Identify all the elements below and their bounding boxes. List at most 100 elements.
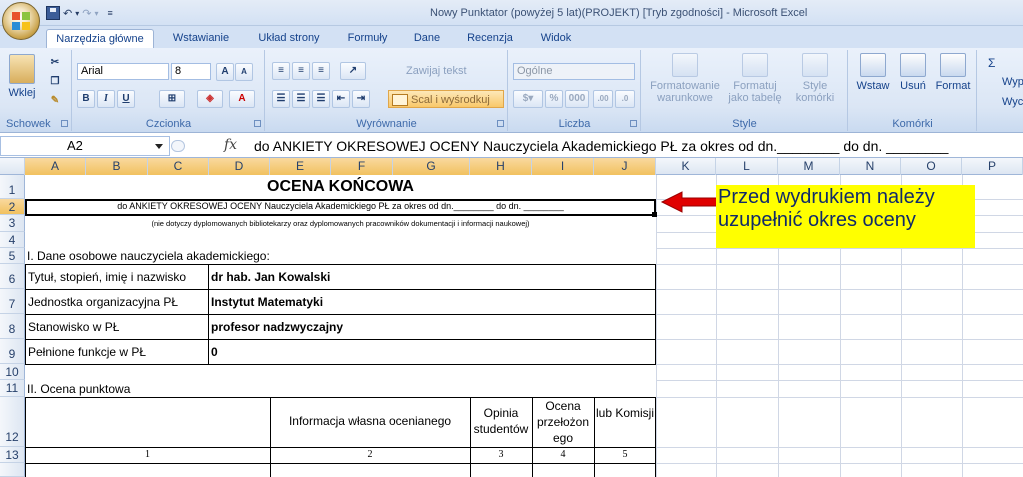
column-header[interactable]: O (901, 158, 962, 175)
col-number[interactable]: 3 (470, 449, 532, 460)
column-header[interactable]: A (25, 158, 86, 175)
tab-data[interactable]: Dane (405, 29, 449, 48)
header-committee[interactable]: lub Komisji (594, 405, 656, 421)
decrease-indent-icon[interactable]: ⇤ (332, 90, 350, 108)
row-header[interactable]: 1 (0, 175, 25, 199)
insert-function-icon[interactable]: fx (224, 137, 237, 153)
redo-dropdown-icon[interactable]: ▾ (94, 9, 98, 18)
increase-decimal-icon[interactable]: .00 (593, 90, 613, 108)
undo-dropdown-icon[interactable]: ▾ (75, 9, 79, 18)
column-header[interactable]: L (716, 158, 778, 175)
select-all-corner[interactable] (0, 158, 25, 175)
header-student-opinion[interactable]: Opinia studentów (470, 405, 532, 437)
fill-button[interactable]: Wyp (988, 76, 1023, 88)
column-header[interactable]: H (470, 158, 532, 175)
merge-center-button[interactable]: Scal i wyśrodkuj (388, 90, 504, 108)
row-header[interactable] (0, 463, 25, 477)
tab-view[interactable]: Widok (530, 29, 582, 48)
column-header[interactable]: B (86, 158, 148, 175)
row-header[interactable]: 11 (0, 380, 25, 397)
row-header[interactable]: 13 (0, 447, 25, 463)
font-launcher-icon[interactable] (254, 120, 261, 127)
col-number[interactable]: 1 (25, 449, 270, 460)
autosum-icon[interactable]: Σ (988, 56, 995, 70)
column-header[interactable]: G (393, 158, 470, 175)
label-name[interactable]: Tytuł, stopień, imię i nazwisko (28, 270, 186, 284)
cell-styles-button[interactable]: Style komórki (788, 53, 842, 104)
percent-icon[interactable]: % (545, 90, 563, 108)
currency-icon[interactable]: $▾ (513, 90, 543, 108)
fill-color-icon[interactable]: ◈ (197, 90, 223, 108)
number-format-select[interactable]: Ogólne (513, 63, 635, 80)
increase-indent-icon[interactable]: ⇥ (352, 90, 370, 108)
clear-button[interactable]: Wyc (988, 96, 1023, 108)
section-personal-heading[interactable]: I. Dane osobowe nauczyciela akademickieg… (27, 249, 270, 263)
formula-content[interactable]: do ANKIETY OKRESOWEJ OCENY Nauczyciela A… (254, 138, 948, 154)
font-color-icon[interactable]: A (229, 90, 255, 108)
tab-page-layout[interactable]: Układ strony (248, 29, 330, 48)
alignment-launcher-icon[interactable] (497, 120, 504, 127)
value-name[interactable]: dr hab. Jan Kowalski (211, 270, 330, 284)
column-header[interactable]: E (270, 158, 331, 175)
exclusion-note[interactable]: (nie dotyczy dyplomowanych bibliotekarzy… (25, 219, 656, 228)
align-bottom-icon[interactable]: ≡ (312, 62, 330, 80)
font-size-select[interactable]: 8 (171, 63, 211, 80)
name-box[interactable]: A2 (0, 136, 170, 156)
wrap-text-button[interactable]: Zawijaj tekst (390, 62, 467, 80)
value-position[interactable]: profesor nadzwyczajny (211, 320, 343, 334)
row-header[interactable]: 2 (0, 199, 25, 215)
tab-review[interactable]: Recenzja (460, 29, 520, 48)
number-launcher-icon[interactable] (630, 120, 637, 127)
column-header[interactable]: M (778, 158, 840, 175)
row-header[interactable]: 7 (0, 289, 25, 314)
office-button[interactable] (2, 2, 40, 40)
cut-icon[interactable]: ✂ (46, 55, 64, 73)
subtitle-cell[interactable]: do ANKIETY OKRESOWEJ OCENY Nauczyciela A… (25, 201, 656, 211)
paste-button[interactable]: Wklej (6, 54, 38, 99)
name-box-dropdown-icon[interactable] (155, 144, 163, 149)
row-header[interactable]: 10 (0, 364, 25, 380)
tab-insert[interactable]: Wstawianie (165, 29, 237, 48)
column-header[interactable]: P (962, 158, 1023, 175)
section-scoring-heading[interactable]: II. Ocena punktowa (27, 382, 130, 396)
row-header[interactable]: 9 (0, 339, 25, 364)
label-functions[interactable]: Pełnione funkcje w PŁ (28, 345, 146, 359)
col-number[interactable]: 4 (532, 449, 594, 460)
column-header[interactable]: J (594, 158, 656, 175)
orientation-icon[interactable]: ↗ (340, 62, 366, 80)
label-position[interactable]: Stanowisko w PŁ (28, 320, 119, 334)
column-header[interactable]: I (532, 158, 594, 175)
redo-icon[interactable]: ↷ (82, 7, 91, 20)
font-name-select[interactable]: Arial (77, 63, 169, 80)
undo-icon[interactable]: ↶ (63, 7, 72, 20)
row-header[interactable]: 5 (0, 248, 25, 264)
format-as-table-button[interactable]: Formatuj jako tabelę (726, 53, 784, 104)
column-header[interactable]: D (209, 158, 270, 175)
underline-icon[interactable]: U (117, 90, 135, 108)
tab-home[interactable]: Narzędzia główne (46, 29, 154, 48)
column-header[interactable]: K (656, 158, 716, 175)
sheet-title[interactable]: OCENA KOŃCOWA (25, 178, 656, 196)
shrink-font-icon[interactable]: A (235, 63, 253, 81)
conditional-formatting-button[interactable]: Formatowanie warunkowe (644, 53, 726, 104)
clipboard-launcher-icon[interactable] (61, 120, 68, 127)
value-unit[interactable]: Instytut Matematyki (211, 295, 323, 309)
format-painter-icon[interactable]: ✎ (46, 93, 64, 111)
row-header[interactable]: 6 (0, 264, 25, 289)
callout-note[interactable]: Przed wydrukiem należy uzupełnić okres o… (716, 185, 975, 248)
comma-style-icon[interactable]: 000 (565, 90, 589, 108)
row-header[interactable]: 12 (0, 397, 25, 447)
header-self-info[interactable]: Informacja własna ocenianego (270, 414, 470, 428)
align-middle-icon[interactable]: ≡ (292, 62, 310, 80)
align-left-icon[interactable]: ☰ (272, 90, 290, 108)
row-header[interactable]: 8 (0, 314, 25, 339)
fill-handle[interactable] (652, 212, 657, 217)
copy-icon[interactable]: ❐ (46, 74, 64, 92)
grow-font-icon[interactable]: A (216, 63, 234, 81)
row-header[interactable]: 4 (0, 232, 25, 248)
align-top-icon[interactable]: ≡ (272, 62, 290, 80)
insert-cells-button[interactable]: Wstaw (853, 53, 893, 92)
column-header[interactable]: C (148, 158, 209, 175)
header-supervisor[interactable]: Ocena przełożon ego (532, 398, 594, 446)
align-right-icon[interactable]: ☰ (312, 90, 330, 108)
